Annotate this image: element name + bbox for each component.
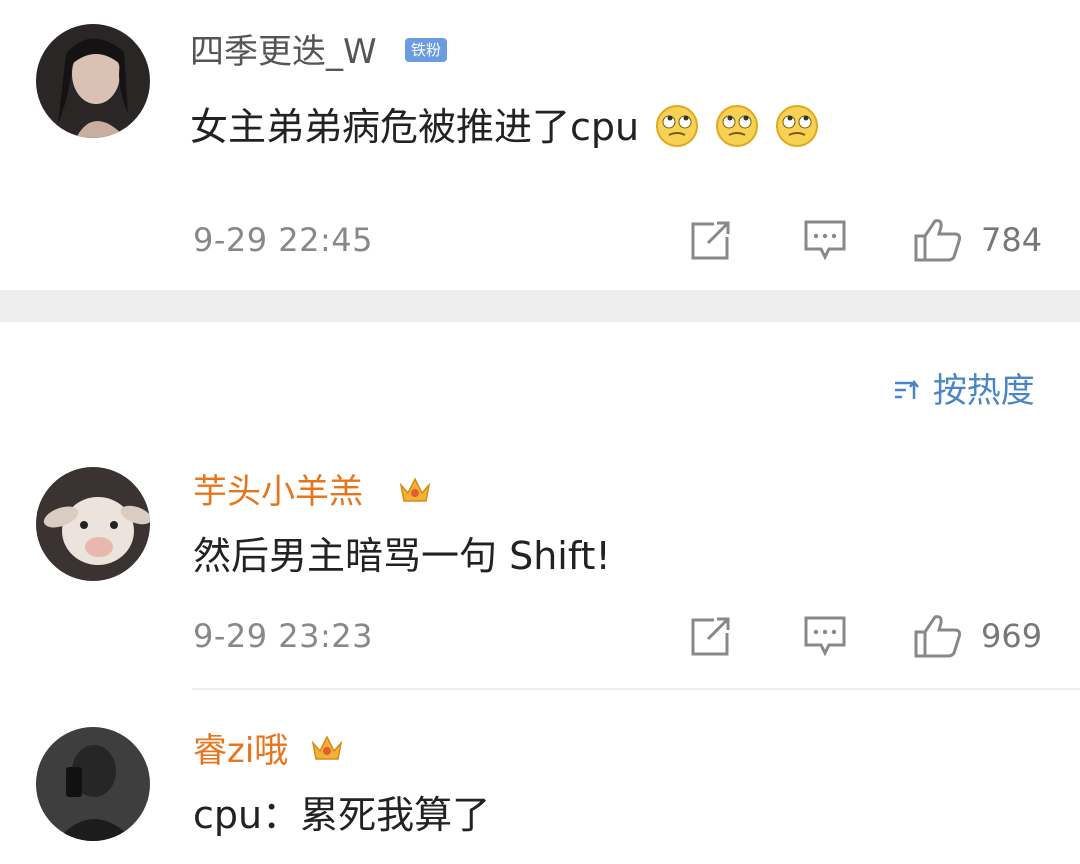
thumbs-up-icon[interactable] — [913, 217, 963, 263]
crown-badge-icon — [399, 477, 431, 502]
comment-icon[interactable] — [803, 615, 847, 657]
username[interactable]: 芋头小羊羔 — [193, 472, 363, 512]
rolling-eyes-emoji — [716, 105, 759, 147]
sort-by-hot-button[interactable]: 按热度 — [892, 363, 1035, 412]
share-icon[interactable] — [690, 617, 732, 657]
fan-badge: 铁粉 — [405, 38, 447, 62]
avatar[interactable] — [36, 467, 150, 581]
avatar[interactable] — [36, 24, 150, 138]
timestamp: 9-29 22:45 — [193, 221, 374, 259]
comment-text: 然后男主暗骂一句 Shift! — [193, 534, 611, 578]
share-icon[interactable] — [690, 221, 732, 261]
avatar[interactable] — [36, 727, 150, 841]
section-divider — [0, 290, 1080, 322]
rolling-eyes-emoji — [776, 105, 819, 147]
comment-text: cpu：累死我算了 — [193, 793, 491, 837]
timestamp: 9-29 23:23 — [193, 617, 374, 655]
thumbs-up-icon[interactable] — [913, 613, 963, 659]
comment-divider — [192, 688, 1080, 690]
comment-text: 女主弟弟病危被推进了cpu — [190, 104, 819, 150]
sort-label: 按热度 — [932, 371, 1035, 411]
username[interactable]: 四季更迭_W — [190, 32, 377, 72]
username[interactable]: 睿zi哦 — [193, 731, 288, 771]
like-count: 969 — [981, 617, 1043, 655]
sort-icon — [895, 379, 919, 399]
emoji-list — [651, 105, 819, 149]
crown-badge-icon — [311, 735, 343, 760]
like-count: 784 — [981, 221, 1043, 259]
rolling-eyes-emoji — [656, 105, 699, 147]
comment-icon[interactable] — [803, 219, 847, 261]
comment-text-content: 女主弟弟病危被推进了cpu — [190, 105, 640, 149]
